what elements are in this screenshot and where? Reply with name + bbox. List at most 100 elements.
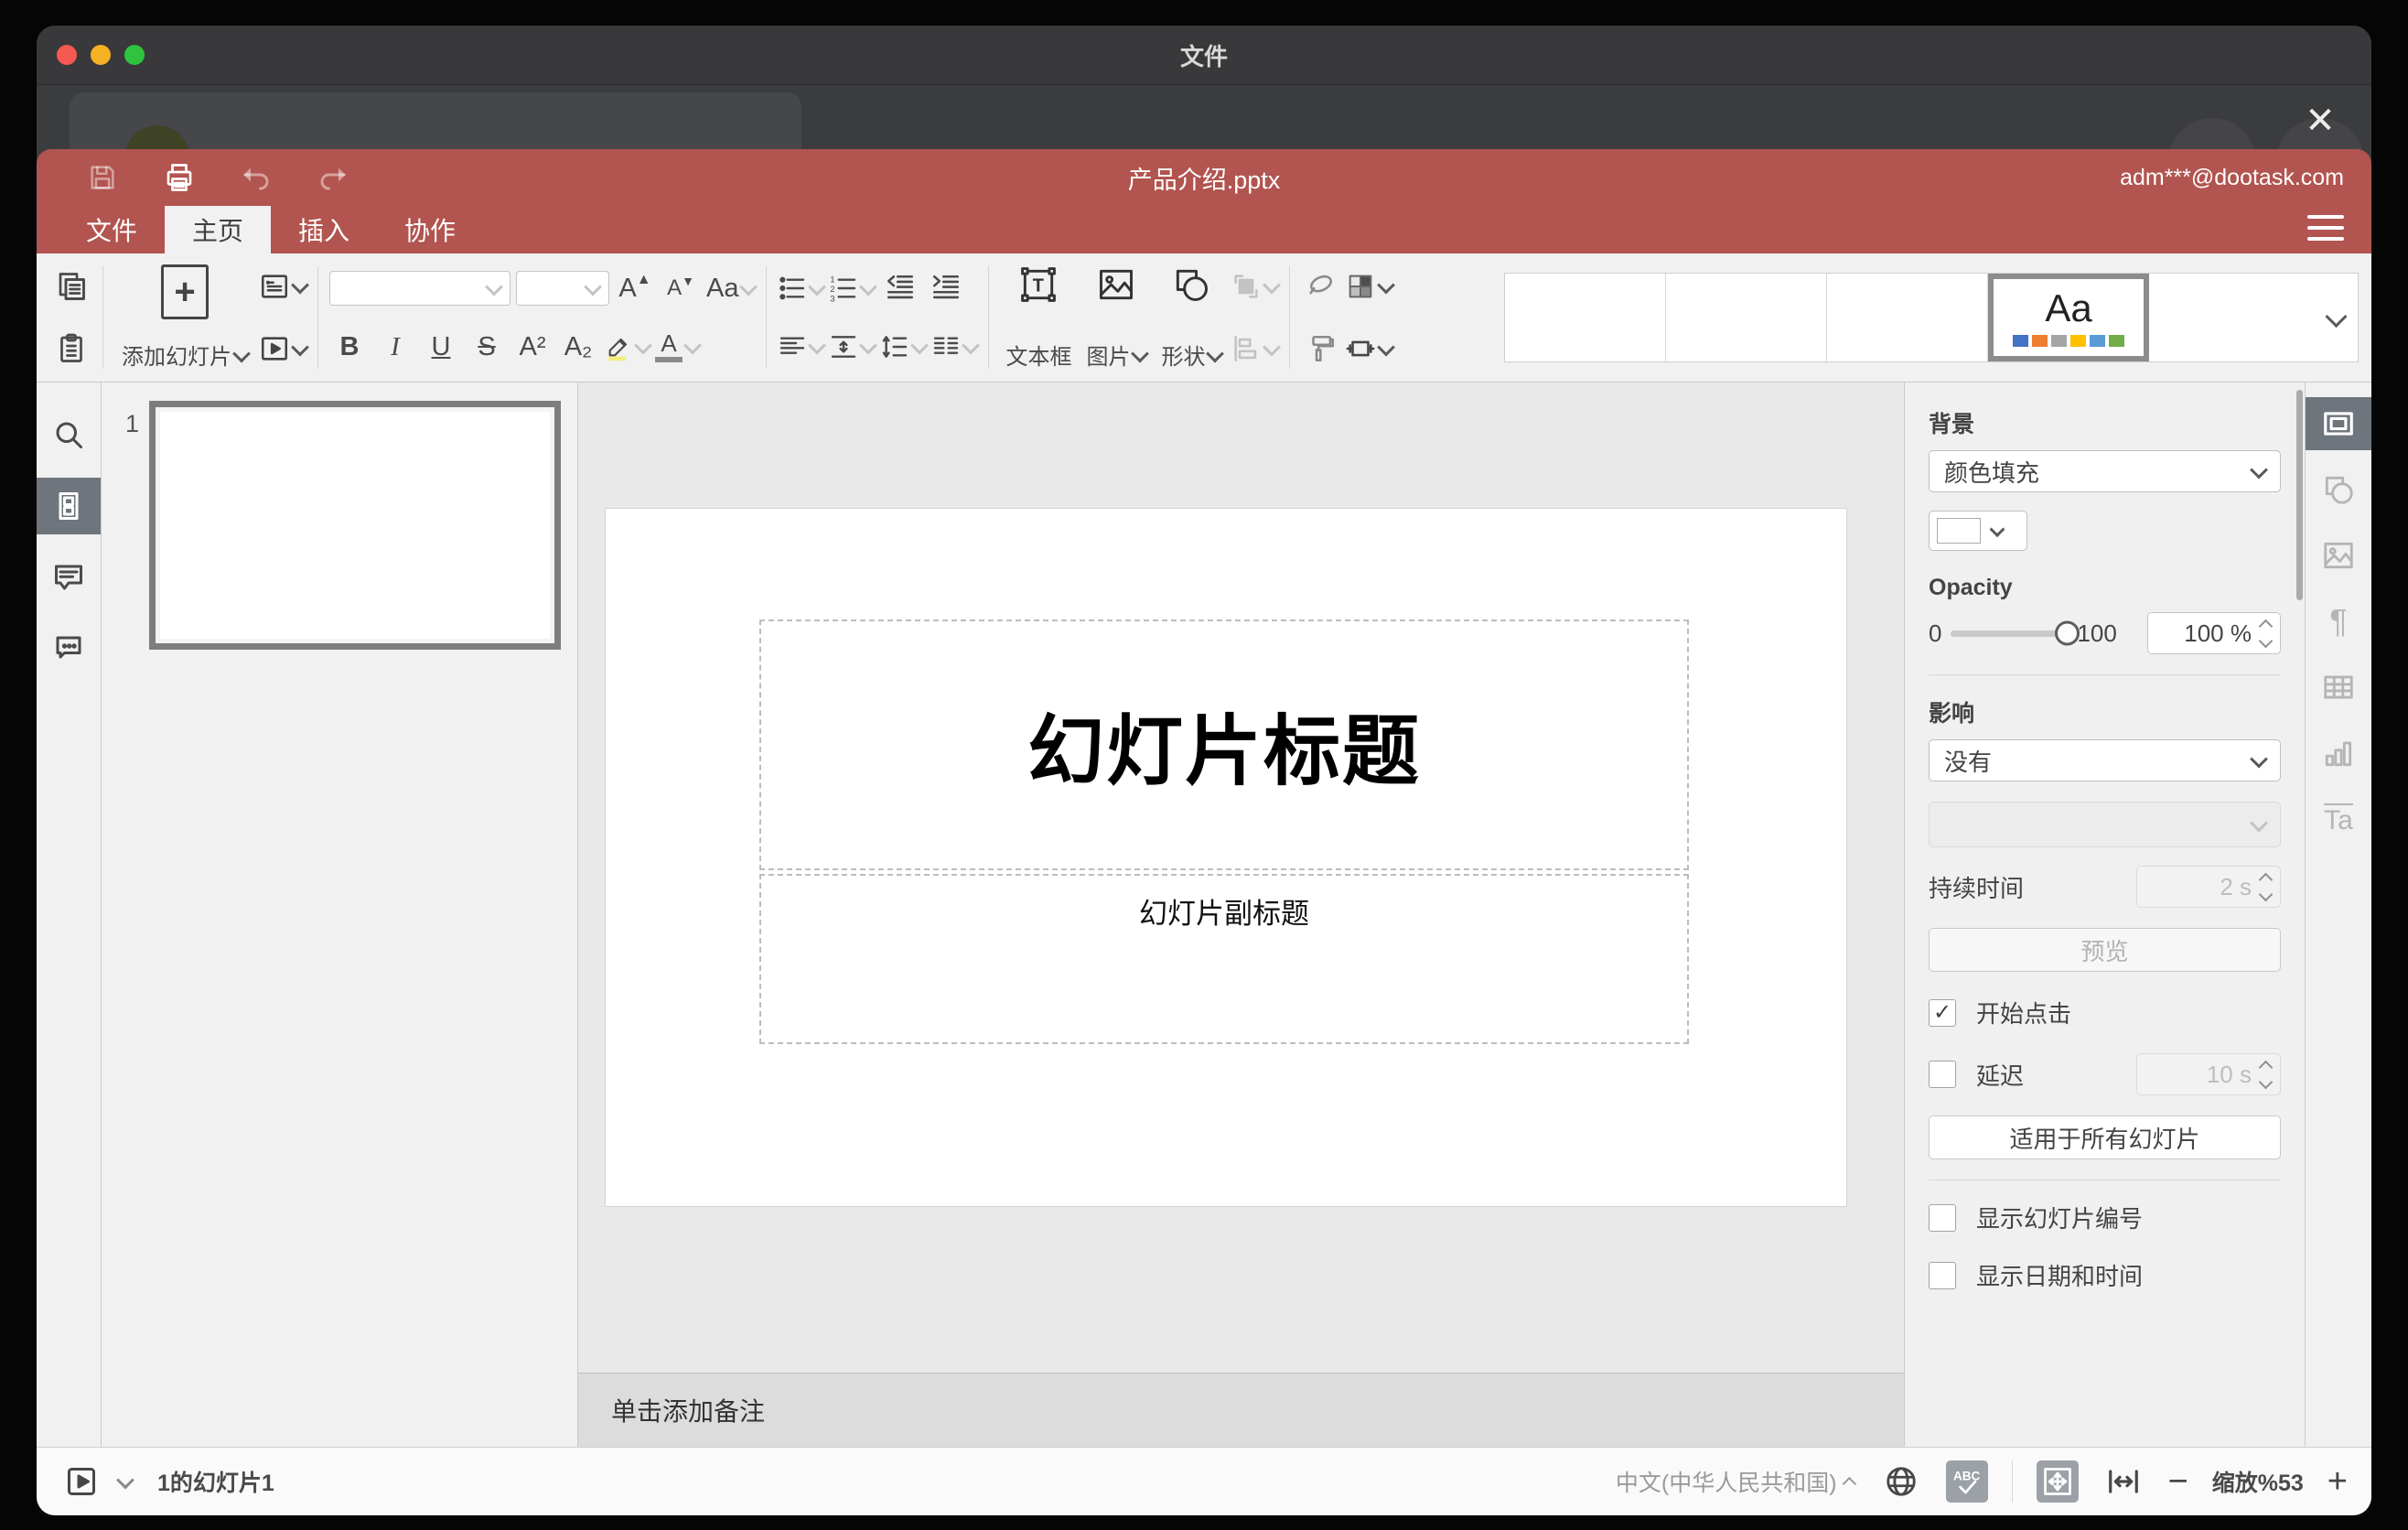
bullets-button[interactable] bbox=[778, 268, 827, 308]
scrollbar-thumb[interactable] bbox=[2296, 390, 2303, 600]
theme-tile-blank-4[interactable] bbox=[2149, 274, 2310, 361]
underline-button[interactable]: U bbox=[421, 327, 461, 367]
slide-thumbnail-1[interactable] bbox=[149, 401, 561, 650]
close-icon[interactable]: ✕ bbox=[2300, 101, 2340, 141]
font-name-combo[interactable] bbox=[329, 271, 511, 306]
slider-handle[interactable] bbox=[2055, 620, 2080, 646]
bold-button[interactable]: B bbox=[329, 327, 370, 367]
show-date-time-checkbox[interactable] bbox=[1929, 1261, 1956, 1289]
background-app-strip: ✕ bbox=[37, 85, 2371, 156]
chevron-down-icon[interactable] bbox=[116, 1471, 134, 1490]
table-settings-icon[interactable] bbox=[2306, 661, 2371, 714]
copy-icon[interactable] bbox=[51, 266, 91, 307]
comments-icon[interactable] bbox=[37, 549, 101, 606]
account-email[interactable]: adm***@dootask.com bbox=[2120, 165, 2344, 191]
theme-tile-blank-2[interactable] bbox=[1666, 274, 1827, 361]
increase-indent-button[interactable] bbox=[926, 268, 966, 308]
slide-layout-button[interactable] bbox=[259, 266, 309, 307]
zoom-out-button[interactable]: − bbox=[2168, 1464, 2188, 1499]
text-art-settings-icon[interactable]: Ta bbox=[2306, 792, 2371, 846]
paste-icon[interactable] bbox=[51, 329, 91, 369]
start-slideshow-status-button[interactable] bbox=[60, 1460, 102, 1503]
slide-editor[interactable]: 幻灯片标题 幻灯片副标题 bbox=[606, 509, 1846, 1206]
theme-tile-blank-1[interactable] bbox=[1505, 274, 1666, 361]
chart-settings-icon[interactable] bbox=[2306, 727, 2371, 780]
opacity-spinner[interactable]: 100 % bbox=[2147, 612, 2281, 654]
subtitle-placeholder[interactable]: 幻灯片副标题 bbox=[759, 874, 1689, 1044]
image-button[interactable]: 图片 bbox=[1079, 253, 1154, 382]
horizontal-align-button[interactable] bbox=[778, 327, 827, 367]
color-scheme-button[interactable] bbox=[1345, 266, 1396, 307]
background-fill-select[interactable]: 颜色填充 bbox=[1929, 450, 2281, 492]
change-case-button[interactable]: Aa bbox=[706, 268, 758, 308]
delay-checkbox[interactable] bbox=[1929, 1061, 1956, 1088]
numbering-button[interactable]: 123 bbox=[829, 268, 878, 308]
notes-input[interactable]: 单击添加备注 bbox=[578, 1373, 1904, 1447]
theme-tile-blank-3[interactable] bbox=[1827, 274, 1988, 361]
decrease-indent-button[interactable] bbox=[880, 268, 920, 308]
set-language-globe-icon[interactable] bbox=[1880, 1460, 1922, 1503]
image-settings-icon[interactable] bbox=[2306, 529, 2371, 582]
opacity-min-label: 0 bbox=[1929, 619, 1942, 647]
slide-size-button[interactable] bbox=[1345, 329, 1396, 369]
show-date-time-label: 显示日期和时间 bbox=[1976, 1263, 2144, 1290]
font-color-button[interactable]: A bbox=[655, 327, 702, 367]
slide-settings-icon[interactable] bbox=[2306, 397, 2371, 450]
chevron-down-icon bbox=[808, 336, 827, 355]
italic-button[interactable]: I bbox=[375, 327, 415, 367]
start-on-click-checkbox[interactable]: ✓ bbox=[1929, 998, 1956, 1027]
fit-to-width-icon[interactable] bbox=[2102, 1460, 2145, 1503]
tab-home[interactable]: 主页 bbox=[165, 206, 272, 253]
subscript-button[interactable]: A₂ bbox=[558, 327, 598, 367]
decrease-font-button[interactable]: A ▼ bbox=[661, 268, 701, 308]
paint-roller-icon[interactable] bbox=[1301, 329, 1341, 369]
opacity-slider[interactable] bbox=[1951, 620, 2080, 646]
chevron-down-icon bbox=[859, 336, 878, 355]
add-slide-label: 添加幻灯片 bbox=[122, 345, 231, 370]
columns-button[interactable] bbox=[931, 327, 981, 367]
theme-sample-text: Aa bbox=[2045, 286, 2092, 329]
shape-label: 形状 bbox=[1161, 345, 1206, 370]
duration-label: 持续时间 bbox=[1929, 874, 2025, 902]
document-title: 产品介绍.pptx bbox=[1127, 166, 1281, 194]
align-shape-button[interactable] bbox=[1231, 329, 1282, 369]
tab-insert[interactable]: 插入 bbox=[271, 206, 377, 253]
theme-gallery-expand-button[interactable] bbox=[2310, 274, 2358, 361]
slides-panel-icon[interactable] bbox=[37, 478, 101, 534]
svg-text:2: 2 bbox=[831, 285, 835, 294]
tab-collaboration[interactable]: 协作 bbox=[377, 206, 483, 253]
paragraph-settings-icon[interactable]: ¶ bbox=[2306, 595, 2371, 648]
apply-to-all-slides-button[interactable]: 适用于所有幻灯片 bbox=[1929, 1115, 2281, 1159]
show-slide-number-checkbox[interactable] bbox=[1929, 1203, 1956, 1232]
start-slideshow-button[interactable] bbox=[259, 329, 309, 369]
textbox-button[interactable]: T 文本框 bbox=[998, 253, 1079, 382]
vertical-align-button[interactable] bbox=[829, 327, 878, 367]
increase-font-button[interactable]: A ▲ bbox=[615, 268, 655, 308]
strikeout-button[interactable]: S bbox=[467, 327, 507, 367]
search-icon[interactable] bbox=[37, 406, 101, 463]
select-tool-icon[interactable] bbox=[1301, 266, 1341, 307]
highlight-color-button[interactable] bbox=[604, 327, 652, 367]
spinner-arrows[interactable] bbox=[2258, 619, 2274, 648]
line-spacing-button[interactable] bbox=[880, 327, 930, 367]
superscript-button[interactable]: A² bbox=[512, 327, 553, 367]
chevron-down-icon bbox=[1131, 344, 1150, 362]
theme-tile-selected[interactable]: Aa bbox=[1988, 274, 2149, 361]
language-selector[interactable]: 中文(中华人民共和国) bbox=[1616, 1465, 1856, 1498]
color-swatch bbox=[1937, 518, 1981, 544]
zoom-in-button[interactable]: + bbox=[2327, 1464, 2348, 1499]
chat-icon[interactable] bbox=[37, 620, 101, 677]
opacity-slider-row: 0 100 100 % bbox=[1929, 612, 2281, 654]
background-color-picker[interactable] bbox=[1929, 511, 2027, 551]
arrange-shape-button[interactable] bbox=[1231, 266, 1282, 307]
title-placeholder[interactable]: 幻灯片标题 bbox=[759, 620, 1689, 870]
tab-file[interactable]: 文件 bbox=[59, 206, 165, 253]
shape-button[interactable]: 形状 bbox=[1154, 253, 1229, 382]
menu-icon[interactable] bbox=[2307, 215, 2344, 241]
add-slide-button[interactable]: + 添加幻灯片 bbox=[113, 253, 257, 382]
spellcheck-icon[interactable]: ABC bbox=[1945, 1460, 1988, 1503]
effect-select[interactable]: 没有 bbox=[1929, 739, 2281, 781]
shape-settings-icon[interactable] bbox=[2306, 463, 2371, 516]
fit-to-slide-icon[interactable] bbox=[2036, 1460, 2079, 1503]
font-size-combo[interactable] bbox=[516, 271, 609, 306]
